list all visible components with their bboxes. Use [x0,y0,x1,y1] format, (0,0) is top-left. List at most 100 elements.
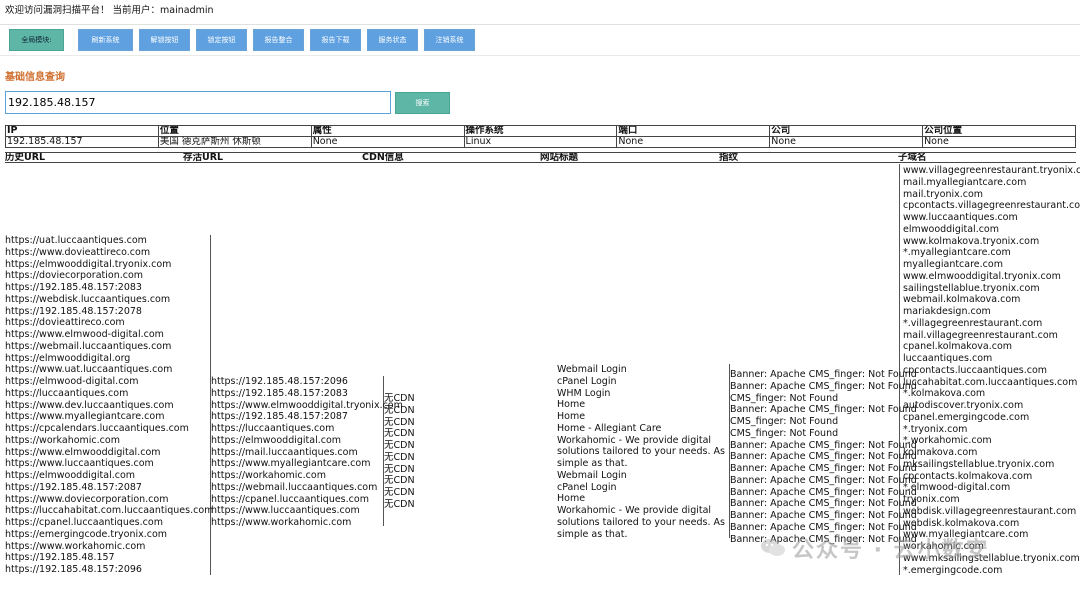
list-item: *.emergingcode.com [903,564,1003,576]
wechat-icon [760,538,786,558]
list-item: https://elmwooddigital.com [5,470,136,481]
list-item: solutions tailored to your needs. As [557,446,725,458]
list-item: https://elmwood-digital.com [5,376,139,387]
list-item: cpcontacts.luccaantiques.com [903,364,1048,376]
divider [0,55,1080,56]
list-item: https://192.185.48.157:2087 [211,411,348,423]
list-item: Banner: Apache CMS_finger: Not Found [730,380,917,392]
header-port: 端口 [616,125,771,137]
list-item: https://cpcalendars.luccaantiques.com [5,423,189,434]
list-item: WHM Login [557,387,611,399]
list-item: https://www.myallegiantcare.com [5,411,165,423]
list-item: Banner: Apache CMS_finger: Not Found [730,451,917,463]
list-item: https://www.elmwooddigital.com [5,446,161,458]
list-item: Home [557,411,586,422]
list-item: Workahomic - We provide digital [557,505,712,516]
unlock-button[interactable]: 解锁按钮 [139,29,190,51]
header-company-location: 公司位置 [922,125,1076,137]
list-item: 无CDN [384,393,415,404]
list-item: https://mail.luccaantiques.com [211,446,358,458]
list-item: Banner: Apache CMS_finger: Not Found [730,404,917,416]
list-item: https://cpanel.luccaantiques.com [211,493,369,505]
fingerprint-list: Banner: Apache CMS_finger: Not Found Bann… [730,369,917,545]
welcome-text: 欢迎访问漏洞扫描平台！ 当前用户：mainadmin [5,5,214,16]
list-item: www.elmwooddigital.tryonix.com [903,270,1061,282]
cdn-list: 无CDN 无CDN 无CDN 无CDN 无CDN 无CDN 无CDN 无CDN 无CDN 无CDN [384,393,415,511]
header-site-title: 网站标题 [540,153,579,162]
list-item: www.villagegreenrestaurant.tryonix.com [903,165,1080,176]
header-os: 操作系统 [463,125,618,137]
list-item: https://www.dovieattireco.com [5,246,151,258]
search-button[interactable]: 搜索 [395,92,450,114]
list-item: luccaantiques.com [903,353,993,364]
logout-button[interactable]: 注销系统 [424,29,475,51]
list-item: Banner: Apache CMS_finger: Not Found [730,486,917,498]
list-item: solutions tailored to your needs. As [557,516,725,528]
history-table-header: 历史URL 存活URL CDN信息 网站标题 指纹 子域名 [5,152,1076,163]
cell-os: Linux [463,136,618,148]
list-item: https://www.doviecorporation.com [5,493,169,505]
list-item: luccahabitat.com.luccaantiques.com [903,376,1078,388]
cell-company: None [769,136,924,148]
report-download-button[interactable]: 报告下载 [310,29,361,51]
table-header-row: IP 位置 属性 操作系统 端口 公司 公司位置 [5,125,1076,137]
list-item: https://192.185.48.157 [5,552,115,564]
search-input[interactable] [5,91,391,114]
list-item: https://www.luccaantiques.com [211,505,360,517]
list-item: *.myallegiantcare.com [903,247,1011,259]
list-item: https://www.luccaantiques.com [5,458,154,470]
service-status-button[interactable]: 服务状态 [367,29,418,51]
header-subdomain: 子域名 [898,153,927,162]
list-item: Home [557,399,586,411]
list-item: https://www.myallegiantcare.com [211,458,371,470]
list-item: Workahomic - We provide digital [557,434,712,446]
list-item: mail.tryonix.com [903,188,984,200]
list-item: cPanel Login [557,375,617,387]
list-item: CMS_finger: Not Found [730,427,839,439]
list-item: https://www.uat.luccaantiques.com [5,364,173,376]
list-item: www.kolmakova.tryonix.com [903,235,1040,247]
list-item: tryonix.com [903,494,960,505]
list-item: autodiscover.tryonix.com [903,400,1024,411]
list-item: Banner: Apache CMS_finger: Not Found [730,474,917,486]
report-merge-button[interactable]: 报告整合 [253,29,304,51]
list-item: https://luccaantiques.com [5,387,129,399]
header-attribute: 属性 [310,125,465,137]
refresh-system-button[interactable]: 刷新系统 [78,29,133,51]
site-title-list: Webmail Login cPanel Login WHM Login Home Ho… [557,364,725,540]
list-item: https://uat.luccaantiques.com [5,235,147,246]
list-item: 无CDN [384,440,415,451]
list-item: Webmail Login [557,364,627,375]
list-item: https://www.workahomic.com [211,517,352,528]
list-item: simple as that. [557,458,628,469]
list-item: cpanel.kolmakova.com [903,341,1013,353]
list-item: mariakdesign.com [903,306,991,317]
list-item: https://dovieattireco.com [5,317,125,329]
list-item: www.luccaantiques.com [903,212,1018,223]
list-item: *.tryonix.com [903,423,968,435]
list-item: mail.villagegreenrestaurant.com [903,329,1058,341]
list-item: 无CDN [384,451,415,463]
list-item: https://cpanel.luccaantiques.com [5,517,163,528]
global-module-button[interactable]: 全局模块: [9,29,64,51]
list-item: Home [557,493,586,505]
list-item: https://elmwooddigital.tryonix.com [5,258,172,270]
list-item: 无CDN [384,416,415,428]
divider [0,24,1080,25]
header-live-url: 存活URL [183,153,224,162]
list-item: https://elmwooddigital.com [211,434,342,446]
subdomain-list: www.villagegreenrestaurant.tryonix.com ma… [903,165,1080,576]
cell-location: 美国 德克萨斯州 休斯顿 [157,136,312,148]
list-item: https://elmwooddigital.org [5,352,131,364]
list-item: https://www.elmwooddigital.tryonix.com [211,399,403,411]
live-url-list: https://192.185.48.157:2096 https://192.1… [211,376,403,529]
list-item: https://192.185.48.157:2078 [5,305,142,317]
cell-attribute: None [310,136,465,148]
lock-button[interactable]: 锁定按钮 [196,29,247,51]
list-item: https://www.workahomic.com [5,540,146,552]
list-item: https://192.185.48.157:2083 [211,387,348,399]
list-item: webdisk.kolmakova.com [903,517,1020,529]
header-company: 公司 [769,125,924,137]
list-item: cPanel Login [557,481,617,493]
list-item: https://www.elmwood-digital.com [5,329,164,340]
